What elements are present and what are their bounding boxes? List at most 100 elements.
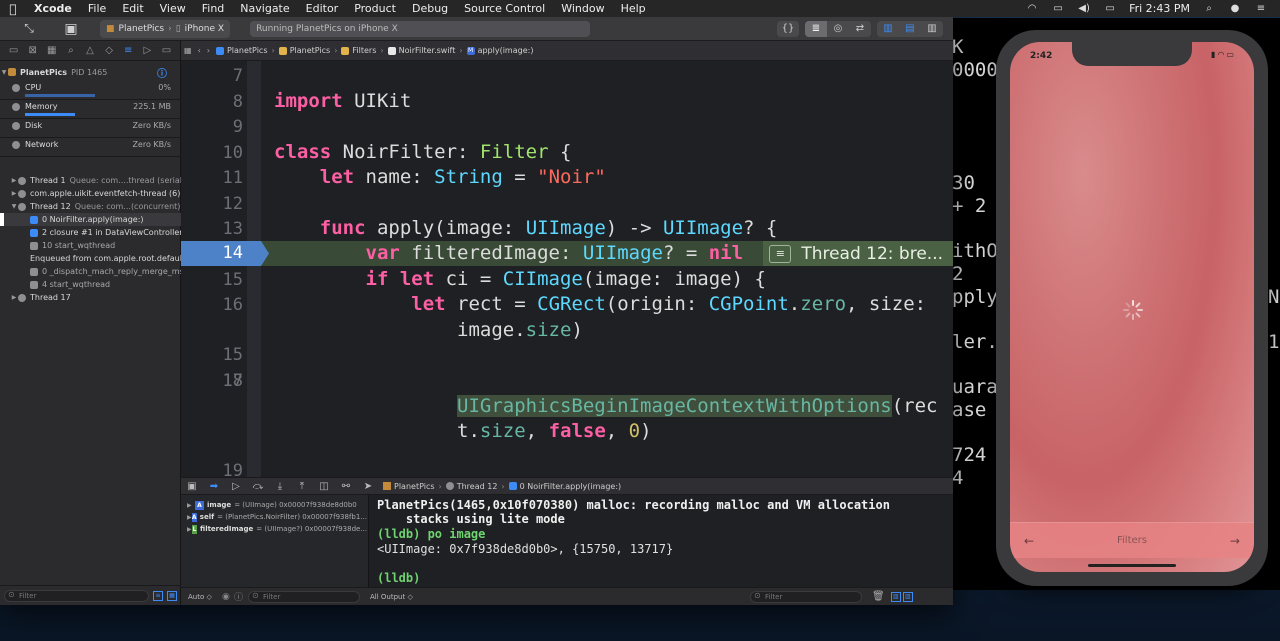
scheme-selector[interactable]: ■ PlanetPics › ▯ iPhone X [100, 19, 231, 38]
jump-bar-item[interactable]: PlanetPics [276, 46, 334, 55]
eye-icon[interactable]: ◉ [222, 592, 234, 602]
menu-file[interactable]: File [80, 2, 114, 15]
test-navigator-icon[interactable]: ◇ [102, 45, 116, 56]
console-output-popup[interactable]: All Output ◇ [370, 593, 750, 601]
inspector-toggle-icon[interactable]: ▥ [921, 21, 943, 37]
apple-menu-icon[interactable]:  [0, 2, 26, 16]
gauge-network[interactable]: Network Zero KB/s [0, 138, 181, 157]
menu-app-name[interactable]: Xcode [26, 2, 80, 15]
next-arrow-icon[interactable]: → [1230, 534, 1240, 548]
disclosure-triangle-icon[interactable]: ▼ [10, 203, 18, 210]
stack-frame-row[interactable]: 4 start_wqthread [0, 278, 181, 291]
stack-frame-row[interactable]: 10 start_wqthread [0, 239, 181, 252]
code-folding-ribbon[interactable] [247, 61, 261, 477]
simulate-location-icon[interactable]: ➤ [357, 481, 379, 492]
memory-graph-icon[interactable]: ⚯ [335, 481, 357, 492]
previous-arrow-icon[interactable]: ← [1024, 534, 1034, 548]
airplay-icon[interactable]: ▭ [1051, 3, 1065, 14]
report-navigator-icon[interactable]: ▭ [159, 45, 173, 56]
debug-crumb[interactable]: 0 NoirFilter.apply(image:) [505, 482, 626, 491]
debug-crumb[interactable]: Thread 12 [442, 482, 502, 491]
debug-crumb[interactable]: PlanetPics [379, 482, 439, 491]
jump-bar-item[interactable]: Filters [338, 46, 379, 55]
panel-toggle-control[interactable]: ▥ ▤ ▥ [877, 20, 943, 37]
forward-icon[interactable]: › [204, 46, 213, 55]
variable-row[interactable]: ▶ L filteredImage = (UIImage?) 0x00007f9… [187, 523, 367, 535]
thread-row[interactable]: ▶ Thread 1 Queue: com....thread (serial) [0, 174, 181, 187]
menu-editor[interactable]: Editor [298, 2, 347, 15]
jump-bar-item[interactable]: Mapply(image:) [464, 46, 537, 55]
variables-scope-popup[interactable]: Auto ◇ [188, 593, 222, 601]
variables-filter-input[interactable]: Filter [248, 590, 360, 603]
thread-row[interactable]: ▶ Thread 17 [0, 291, 181, 304]
variable-row[interactable]: ▶ A image = (UIImage) 0x00007f938de8d0b0 [187, 499, 367, 511]
step-out-icon[interactable]: ⤒ [291, 481, 313, 492]
breakpoint-annotation[interactable]: ≡ Thread 12: bre... [763, 241, 953, 266]
trash-icon[interactable]: 🗑 [872, 591, 885, 602]
wifi-icon[interactable]: ◠ [1025, 3, 1039, 14]
assistant-editor-icon[interactable]: ◎ [827, 21, 849, 37]
stack-frame-row-selected[interactable]: 0 NoirFilter.apply(image:) [0, 213, 181, 226]
debug-area-toggle-icon[interactable]: ▤ [899, 21, 921, 37]
thread-row[interactable]: ▶ com.apple.uikit.eventfetch-thread (6) [0, 187, 181, 200]
jump-bar-item[interactable]: PlanetPics [213, 46, 271, 55]
notification-center-icon[interactable]: ≡ [1254, 3, 1268, 14]
breakpoint-navigator-icon[interactable]: ▷ [140, 45, 154, 56]
menubar-clock[interactable]: Fri 2:43 PM [1129, 2, 1190, 15]
menu-window[interactable]: Window [553, 2, 612, 15]
editor-mode-control[interactable]: ≣ ◎ ⇄ [805, 20, 871, 37]
source-control-icon[interactable]: ⊠ [26, 45, 40, 56]
spotlight-icon[interactable]: ⌕ [1202, 3, 1216, 14]
disclosure-triangle-icon[interactable]: ▶ [187, 502, 195, 509]
back-icon[interactable]: ‹ [195, 46, 204, 55]
menu-product[interactable]: Product [346, 2, 404, 15]
gauge-cpu[interactable]: CPU 0% [0, 81, 181, 100]
gauge-memory[interactable]: Memory 225.1 MB [0, 100, 181, 119]
filter-option-icon[interactable]: ≡ [153, 590, 163, 601]
find-navigator-icon[interactable]: ⌕ [64, 45, 78, 56]
version-editor-icon[interactable]: ⇄ [849, 21, 871, 37]
stop-run-icon[interactable]: ▣ [58, 20, 84, 38]
variables-pane-toggle-icon[interactable]: ▥ [890, 591, 901, 602]
source-editor[interactable]: 7 8 9 10 11 12 13 15 17 16 18 15 19 14 i… [181, 61, 953, 477]
step-into-icon[interactable]: ⤓ [269, 481, 291, 492]
console-prompt[interactable]: (lldb) [377, 571, 420, 585]
volume-icon[interactable]: ◀) [1077, 3, 1091, 14]
debug-navigator-icon[interactable]: ≡ [121, 45, 135, 56]
disclosure-triangle-icon[interactable]: ▶ [10, 177, 18, 184]
menu-lines-icon[interactable]: ≡ [769, 244, 792, 263]
menu-source-control[interactable]: Source Control [456, 2, 553, 15]
console-filter-input[interactable]: Filter [750, 590, 862, 603]
siri-icon[interactable]: ● [1228, 3, 1242, 14]
info-icon[interactable]: ⓘ [157, 65, 167, 80]
navigator-toggle-icon[interactable]: ▥ [877, 21, 899, 37]
jump-bar-item[interactable]: NoirFilter.swift [385, 46, 459, 55]
continue-icon[interactable]: ▷ [225, 481, 247, 492]
library-button[interactable]: {} [777, 20, 799, 37]
home-indicator[interactable] [1088, 564, 1176, 567]
info-icon[interactable]: ⓘ [234, 590, 248, 603]
menu-edit[interactable]: Edit [114, 2, 151, 15]
hide-debug-area-icon[interactable]: ▣ [181, 481, 203, 492]
console-pane-toggle-icon[interactable]: ▥ [902, 591, 913, 602]
menu-debug[interactable]: Debug [404, 2, 456, 15]
stack-frame-row[interactable]: 0 _dispatch_mach_reply_merge_msg [0, 265, 181, 278]
project-navigator-icon[interactable]: ▭ [7, 45, 21, 56]
process-row[interactable]: ▼ PlanetPics PID 1465 ⓘ [0, 65, 181, 80]
standard-editor-icon[interactable]: ≣ [805, 20, 827, 37]
battery-icon[interactable]: ▭ [1103, 3, 1117, 14]
disclosure-triangle-icon[interactable]: ▶ [10, 190, 18, 197]
breakpoints-toggle-icon[interactable]: ➡ [203, 481, 225, 492]
filter-option-icon[interactable]: ▦ [167, 590, 177, 601]
issue-navigator-icon[interactable]: △ [83, 45, 97, 56]
menu-find[interactable]: Find [194, 2, 233, 15]
phone-screen[interactable]: 2:42 ▮◠▭ ← Filters → [1010, 42, 1254, 572]
fullscreen-icon[interactable]: ⤡ [16, 20, 42, 38]
menu-help[interactable]: Help [613, 2, 654, 15]
gauge-disk[interactable]: Disk Zero KB/s [0, 119, 181, 138]
menu-navigate[interactable]: Navigate [232, 2, 297, 15]
disclosure-triangle-icon[interactable]: ▶ [10, 294, 18, 301]
menu-view[interactable]: View [152, 2, 194, 15]
variable-row[interactable]: ▶ A self = (PlanetPics.NoirFilter) 0x000… [187, 511, 367, 523]
disclosure-triangle-icon[interactable]: ▼ [0, 69, 8, 76]
